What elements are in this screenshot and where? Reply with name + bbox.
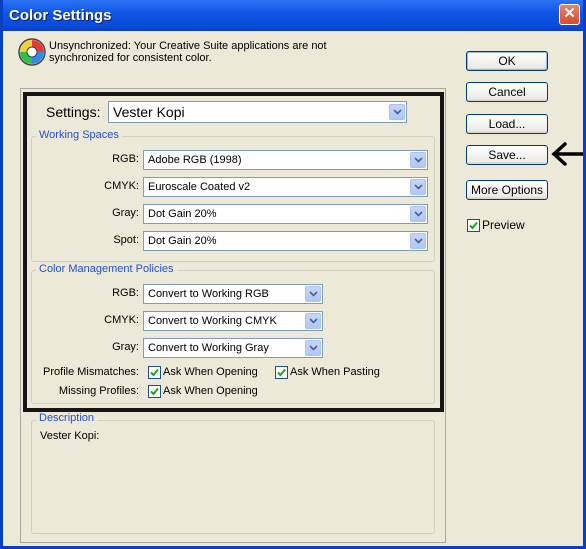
color-sync-icon [17,37,47,67]
left-arrow-annotation-icon [551,142,583,166]
preview-checkbox[interactable] [467,219,480,232]
ok-button[interactable]: OK [466,51,548,71]
title-bar[interactable]: Color Settings ✕ [3,0,583,31]
preview-label: Preview [482,218,525,232]
save-button[interactable]: Save... [466,145,548,165]
close-icon: ✕ [563,5,576,22]
more-options-button[interactable]: More Options [466,180,548,200]
sync-status-text: Unsynchronized: Your Creative Suite appl… [49,40,327,64]
window-title: Color Settings [9,7,112,24]
close-button[interactable]: ✕ [559,4,580,25]
color-settings-dialog: Color Settings ✕ Unsynchronized: Your Cr… [0,0,586,549]
description-legend: Description [36,412,98,424]
description-text: Vester Kopi: [40,430,100,442]
highlight-frame [23,92,444,412]
cancel-button[interactable]: Cancel [466,82,548,102]
checkmark-icon [469,221,478,230]
load-button[interactable]: Load... [466,114,548,134]
